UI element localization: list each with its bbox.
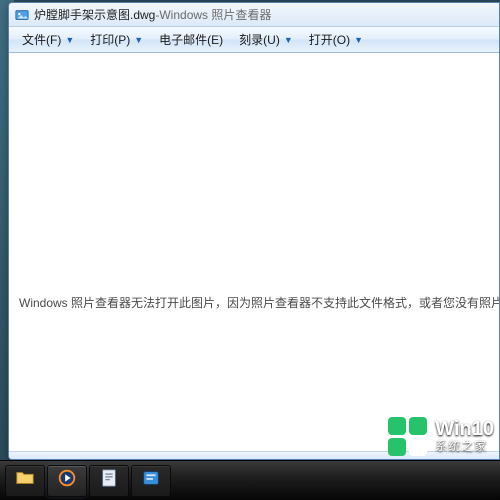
gen-icon (140, 467, 162, 494)
menu-email[interactable]: 电子邮件(E) (150, 29, 230, 50)
chevron-down-icon: ▼ (65, 35, 74, 45)
watermark-text: Win10 系统之家 (435, 419, 494, 455)
menu-file[interactable]: 文件(F) ▼ (13, 29, 81, 50)
error-message: Windows 照片查看器无法打开此图片，因为照片查看器不支持此文件格式，或者您… (9, 294, 499, 311)
tb-wmp[interactable] (47, 465, 87, 497)
title-filename: 炉膛脚手架示意图.dwg (34, 6, 155, 23)
menu-label: 电子邮件(E) (159, 31, 223, 48)
watermark-logo (388, 417, 427, 456)
desktop-background: 炉膛脚手架示意图.dwg - Windows 照片查看器 文件(F) ▼ 打印(… (0, 0, 500, 500)
menu-label: 文件(F) (22, 31, 61, 48)
watermark-subtitle: 系统之家 (435, 439, 494, 455)
menu-open[interactable]: 打开(O) ▼ (300, 29, 370, 50)
taskbar (0, 460, 500, 500)
logo-square (388, 417, 406, 435)
menu-label: 打开(O) (309, 31, 350, 48)
tb-explorer[interactable] (5, 465, 45, 497)
wmp-icon (56, 467, 78, 494)
doc-icon (98, 467, 120, 494)
menubar: 文件(F) ▼ 打印(P) ▼ 电子邮件(E) 刻录(U) ▼ 打开(O) ▼ (9, 27, 499, 53)
tb-app2[interactable] (131, 465, 171, 497)
menu-burn[interactable]: 刻录(U) ▼ (230, 29, 300, 50)
menu-label: 打印(P) (90, 31, 130, 48)
watermark-brand: Win10 (435, 419, 494, 439)
app-icon (15, 8, 29, 22)
watermark: Win10 系统之家 (388, 417, 494, 456)
menu-print[interactable]: 打印(P) ▼ (81, 29, 150, 50)
title-appname: Windows 照片查看器 (159, 6, 271, 23)
logo-square (409, 417, 427, 435)
logo-square (388, 438, 406, 456)
chevron-down-icon: ▼ (134, 35, 143, 45)
titlebar[interactable]: 炉膛脚手架示意图.dwg - Windows 照片查看器 (9, 3, 499, 27)
content-area: Windows 照片查看器无法打开此图片，因为照片查看器不支持此文件格式，或者您… (9, 53, 499, 451)
photo-viewer-window: 炉膛脚手架示意图.dwg - Windows 照片查看器 文件(F) ▼ 打印(… (8, 2, 500, 460)
chevron-down-icon: ▼ (284, 35, 293, 45)
logo-square (409, 438, 427, 456)
tb-app1[interactable] (89, 465, 129, 497)
chevron-down-icon: ▼ (354, 35, 363, 45)
folder-icon (14, 467, 36, 494)
menu-label: 刻录(U) (239, 31, 280, 48)
